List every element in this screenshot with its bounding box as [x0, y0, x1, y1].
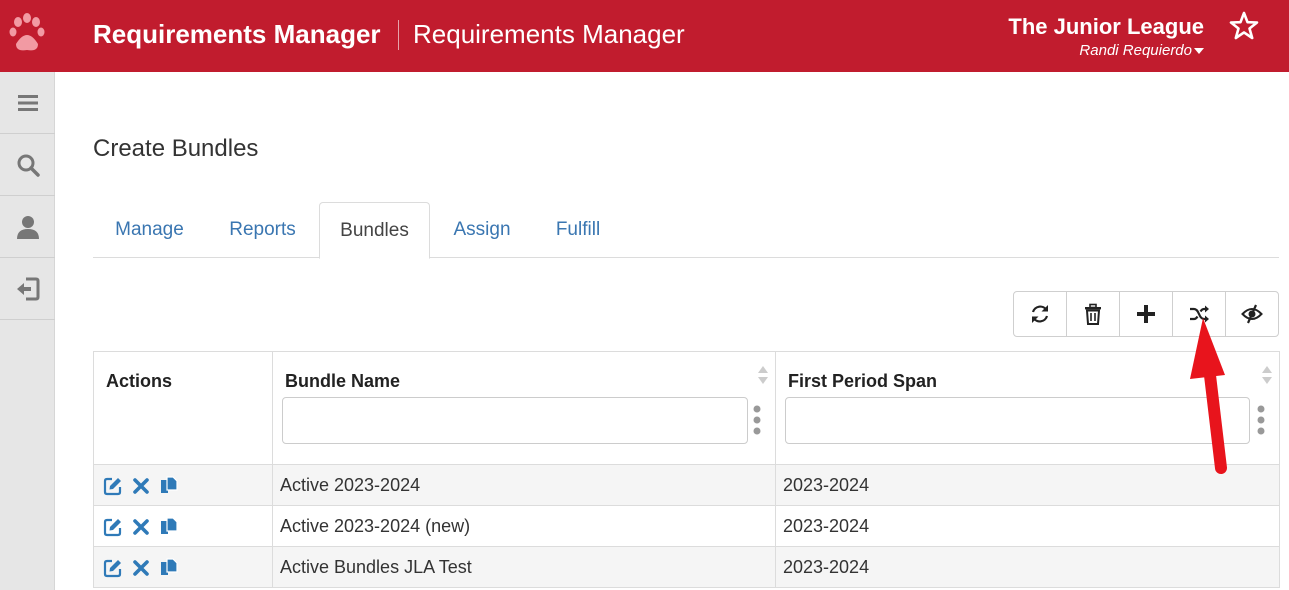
- shuffle-icon: [1190, 305, 1209, 323]
- copy-icon[interactable]: [159, 517, 179, 537]
- row-actions: [93, 505, 273, 547]
- column-header-first-period-span[interactable]: First Period Span: [775, 351, 1280, 465]
- trash-icon: [1085, 303, 1101, 325]
- tab-assign[interactable]: Assign: [430, 202, 534, 258]
- tab-reports[interactable]: Reports: [206, 202, 319, 258]
- table-row: Active 2023-2024 (new) 2023-2024: [93, 505, 1280, 547]
- row-actions: [93, 546, 273, 588]
- tab-fulfill[interactable]: Fulfill: [534, 202, 622, 258]
- user-icon: [16, 215, 39, 239]
- bundle-name-cell: Active 2023-2024: [272, 464, 776, 506]
- edit-icon[interactable]: [103, 476, 123, 496]
- first-period-span-filter-input[interactable]: [785, 397, 1250, 444]
- org-name: The Junior League: [1008, 14, 1204, 39]
- sidebar-profile-button[interactable]: [0, 196, 55, 258]
- logout-icon: [16, 277, 39, 300]
- bundle-name-filter-input[interactable]: [282, 397, 748, 444]
- shuffle-button[interactable]: [1173, 292, 1226, 336]
- delete-x-icon[interactable]: [131, 517, 151, 537]
- tab-bundles[interactable]: Bundles: [319, 202, 430, 259]
- column-header-bundle-name[interactable]: Bundle Name: [272, 351, 776, 465]
- first-period-span-cell: 2023-2024: [775, 464, 1280, 506]
- bundle-name-cell: Active 2023-2024 (new): [272, 505, 776, 547]
- delete-x-icon[interactable]: [131, 558, 151, 578]
- sidebar-logout-button[interactable]: [0, 258, 55, 320]
- first-period-span-cell: 2023-2024: [775, 546, 1280, 588]
- top-bar: Requirements Manager Requirements Manage…: [0, 0, 1289, 72]
- paw-logo-icon[interactable]: [8, 12, 46, 56]
- toggle-visibility-button[interactable]: [1226, 292, 1278, 336]
- copy-icon[interactable]: [159, 476, 179, 496]
- column-menu-icon[interactable]: [1257, 405, 1265, 435]
- eye-slash-icon: [1241, 304, 1263, 324]
- row-actions: [93, 464, 273, 506]
- page-title: Create Bundles: [93, 135, 259, 162]
- bundles-table: Actions Bundle Name First Period Span Ac…: [93, 351, 1280, 588]
- sidebar: [0, 72, 55, 590]
- table-row: Active 2023-2024 2023-2024: [93, 464, 1280, 506]
- column-title: Actions: [106, 371, 173, 391]
- app-title[interactable]: Requirements Manager: [93, 19, 381, 50]
- refresh-icon: [1031, 305, 1049, 323]
- title-divider: [398, 20, 399, 50]
- edit-icon[interactable]: [103, 558, 123, 578]
- column-title: First Period Span: [788, 371, 938, 391]
- copy-icon[interactable]: [159, 558, 179, 578]
- column-menu-icon[interactable]: [753, 405, 761, 435]
- add-button[interactable]: [1120, 292, 1173, 336]
- bundle-name-cell: Active Bundles JLA Test: [272, 546, 776, 588]
- delete-x-icon[interactable]: [131, 476, 151, 496]
- plus-icon: [1137, 305, 1155, 323]
- grid-toolbar: [1013, 291, 1279, 337]
- column-title: Bundle Name: [285, 371, 401, 391]
- tab-manage[interactable]: Manage: [93, 202, 206, 258]
- table-row: Active Bundles JLA Test 2023-2024: [93, 546, 1280, 588]
- sort-icon[interactable]: [1261, 364, 1273, 386]
- refresh-button[interactable]: [1014, 292, 1067, 336]
- user-name: Randi Requierdo: [1079, 42, 1192, 59]
- user-menu[interactable]: Randi Requierdo: [1079, 42, 1204, 59]
- column-header-actions: Actions: [93, 351, 273, 465]
- module-title: Requirements Manager: [413, 19, 685, 49]
- sort-icon[interactable]: [757, 364, 769, 386]
- first-period-span-cell: 2023-2024: [775, 505, 1280, 547]
- edit-icon[interactable]: [103, 517, 123, 537]
- search-icon: [17, 154, 40, 177]
- star-icon[interactable]: [1228, 10, 1260, 42]
- sidebar-search-button[interactable]: [0, 134, 55, 196]
- tab-bar: Manage Reports Bundles Assign Fulfill: [93, 202, 1279, 259]
- caret-down-icon: [1194, 48, 1204, 55]
- delete-button[interactable]: [1067, 292, 1120, 336]
- hamburger-menu-icon: [17, 94, 38, 111]
- sidebar-menu-button[interactable]: [0, 72, 55, 134]
